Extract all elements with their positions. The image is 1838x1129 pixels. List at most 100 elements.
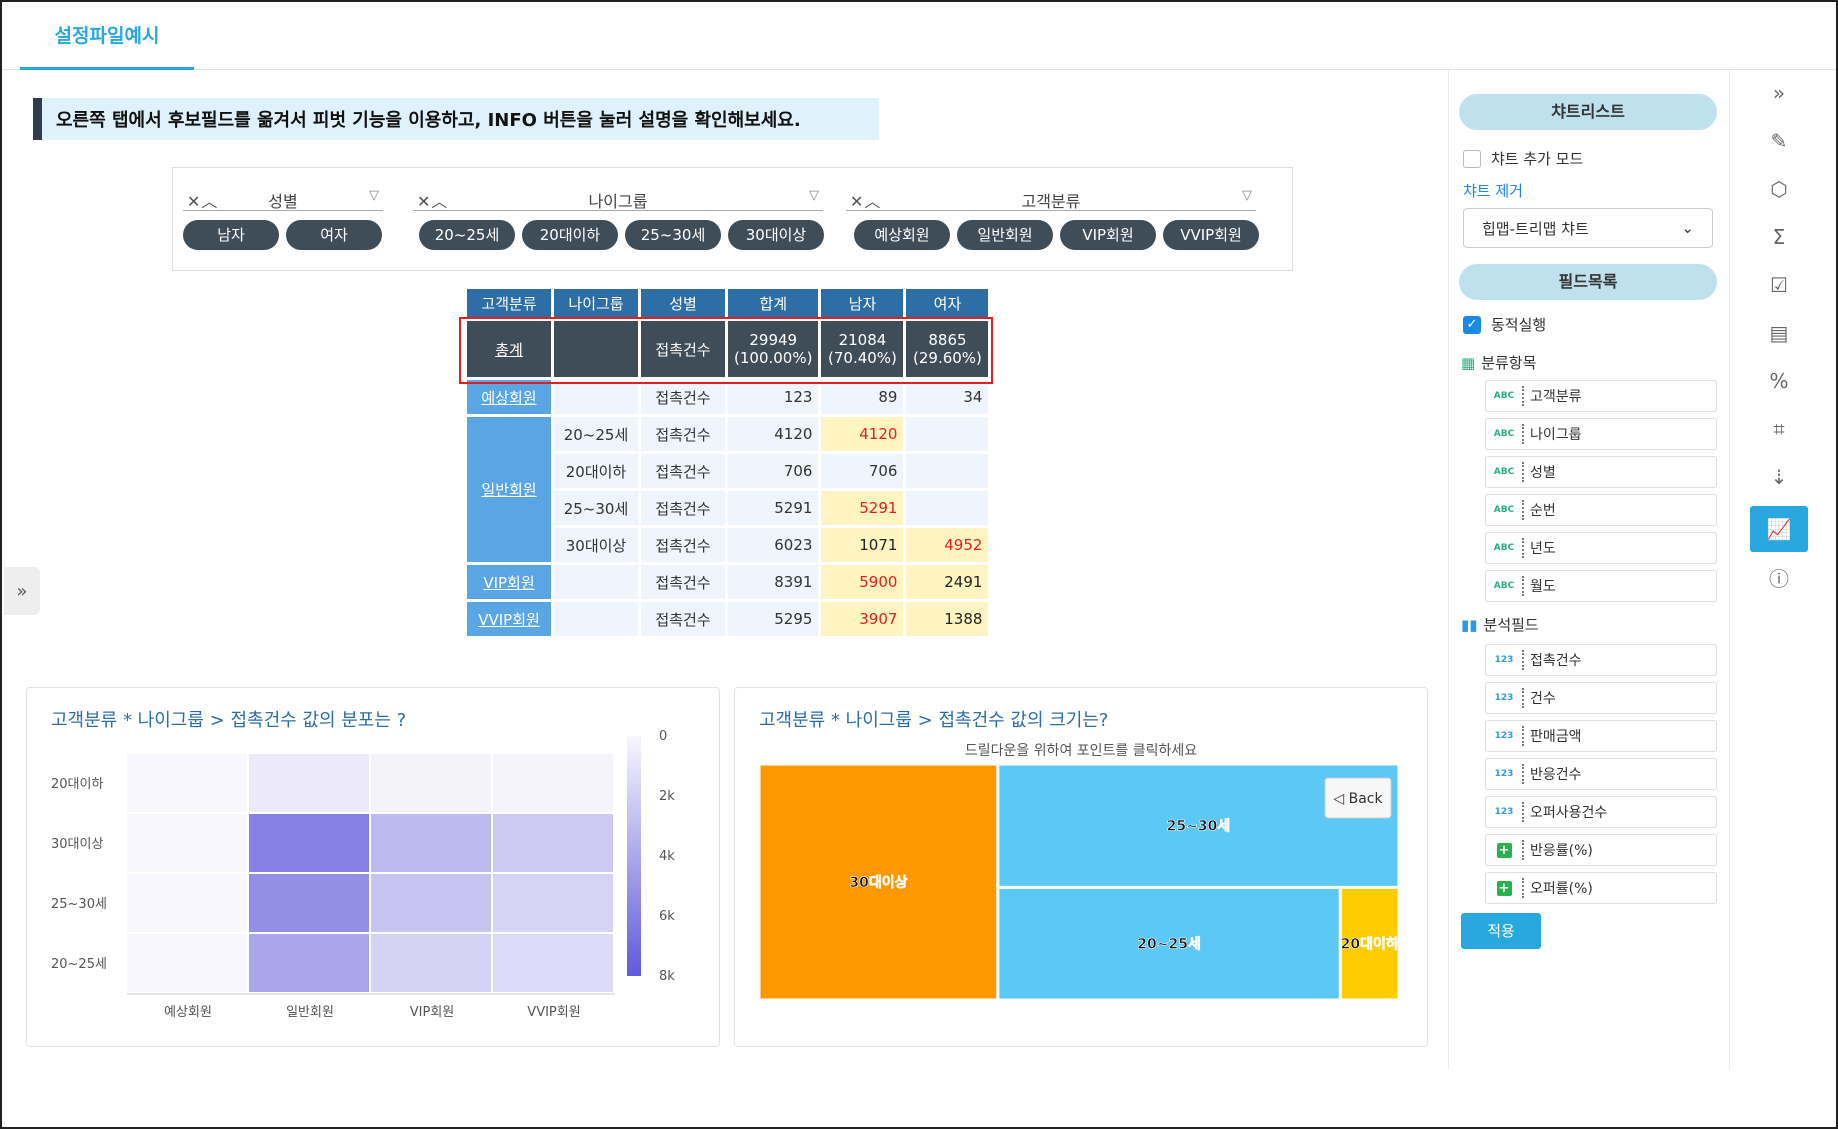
abc-type-icon: ABC bbox=[1493, 467, 1515, 477]
table-row: 예상회원 접촉건수 123 89 34 bbox=[467, 380, 989, 414]
filter-option[interactable]: VVIP회원 bbox=[1163, 220, 1259, 250]
table-cell: 5295 bbox=[728, 602, 819, 636]
sigma-icon[interactable]: Σ bbox=[1750, 214, 1808, 260]
sort-icon[interactable]: ⇣ bbox=[1750, 454, 1808, 500]
edit-icon[interactable]: ✎ bbox=[1750, 118, 1808, 164]
category-field-item[interactable]: ABC 고객분류 bbox=[1485, 380, 1717, 412]
heatmap-cell[interactable] bbox=[371, 934, 491, 992]
heatmap-cell[interactable] bbox=[249, 874, 369, 932]
filter-group-age: ✕︿ 나이그룹 ▽ 20~25세 20대이하 25~30세 30대이상 bbox=[413, 185, 824, 250]
table-cell: 20대이하 bbox=[554, 454, 638, 488]
remove-chart-link[interactable]: 챠트 제거 bbox=[1463, 180, 1523, 201]
category-field-item[interactable]: ABC 성별 bbox=[1485, 456, 1717, 488]
pivot-header[interactable]: 합계 bbox=[728, 289, 819, 318]
pivot-header[interactable]: 고객분류 bbox=[467, 289, 551, 318]
filter-option[interactable]: 예상회원 bbox=[854, 220, 950, 250]
table-cell bbox=[554, 602, 638, 636]
category-link[interactable]: VVIP회원 bbox=[467, 602, 551, 636]
treemap-chart: 30대이상 25~30세 20~25세 20대이하 ◁ Back bbox=[757, 762, 1401, 1002]
table-cell: 접촉건수 bbox=[641, 565, 725, 599]
heatmap-cell[interactable] bbox=[127, 754, 247, 812]
layout-icon[interactable]: ▤ bbox=[1750, 310, 1808, 356]
analysis-field-item[interactable]: 123 판매금액 bbox=[1485, 720, 1717, 752]
table-cell: 89 bbox=[821, 380, 904, 414]
filter-option[interactable]: 20~25세 bbox=[419, 220, 515, 250]
category-field-item[interactable]: ABC 나이그룹 bbox=[1485, 418, 1717, 450]
y-tick-label: 30대이상 bbox=[51, 837, 103, 852]
category-link[interactable]: 일반회원 bbox=[467, 417, 551, 562]
category-field-item[interactable]: ABC 순번 bbox=[1485, 494, 1717, 526]
pivot-header[interactable]: 성별 bbox=[641, 289, 725, 318]
analysis-field-item[interactable]: 123 반응건수 bbox=[1485, 758, 1717, 790]
dynamic-run-checkbox[interactable]: ✓ 동적실행 bbox=[1463, 314, 1546, 335]
heatmap-cell[interactable] bbox=[249, 814, 369, 872]
back-button[interactable]: ◁ Back bbox=[1324, 777, 1392, 819]
expand-left-icon[interactable]: » bbox=[4, 567, 40, 615]
heatmap-cell[interactable] bbox=[127, 814, 247, 872]
pivot-header[interactable]: 나이그룹 bbox=[554, 289, 638, 318]
heatmap-cell[interactable] bbox=[249, 754, 369, 812]
y-tick-label: 20대이하 bbox=[51, 777, 103, 792]
info-icon[interactable]: ⓘ bbox=[1750, 554, 1808, 600]
heatmap-cell[interactable] bbox=[493, 874, 613, 932]
analysis-field-item[interactable]: 123 오퍼사용건수 bbox=[1485, 796, 1717, 828]
chart-list-header[interactable]: 챠트리스트 bbox=[1459, 94, 1717, 130]
pivot-header[interactable]: 여자 bbox=[906, 289, 989, 318]
table-row: VIP회원 접촉건수 8391 5900 2491 bbox=[467, 565, 989, 599]
heatmap-cell[interactable] bbox=[493, 814, 613, 872]
heatmap-cell[interactable] bbox=[371, 814, 491, 872]
filter-option[interactable]: 20대이하 bbox=[522, 220, 618, 250]
category-section: ▦ 분류항목 bbox=[1461, 353, 1537, 373]
table-cell: 4120 bbox=[728, 417, 819, 451]
table-cell: 접촉건수 bbox=[641, 602, 725, 636]
heatmap-cell[interactable] bbox=[127, 874, 247, 932]
calc-field-item[interactable]: + 반응률(%) bbox=[1485, 834, 1717, 866]
add-mode-checkbox[interactable]: 챠트 추가 모드 bbox=[1463, 148, 1583, 169]
category-link[interactable]: VIP회원 bbox=[467, 565, 551, 599]
checkbox-checked[interactable]: ✓ bbox=[1463, 315, 1481, 334]
filter-option[interactable]: 25~30세 bbox=[625, 220, 721, 250]
percent-icon[interactable]: % bbox=[1750, 358, 1808, 404]
chart-select[interactable]: 힙맵-트리맵 챠트 ⌄ bbox=[1463, 208, 1713, 248]
table-cell: 접촉건수 bbox=[641, 528, 725, 562]
heatmap-cell[interactable] bbox=[371, 874, 491, 932]
filter-option[interactable]: 여자 bbox=[286, 220, 382, 250]
filter-option[interactable]: 30대이상 bbox=[728, 220, 824, 250]
heatmap-cell[interactable] bbox=[371, 754, 491, 812]
field-list-header[interactable]: 필드목록 bbox=[1459, 264, 1717, 300]
calc-field-item[interactable]: + 오퍼률(%) bbox=[1485, 872, 1717, 904]
category-link[interactable]: 예상회원 bbox=[467, 380, 551, 414]
table-cell: 접촉건수 bbox=[641, 454, 725, 488]
collapse-icon[interactable]: » bbox=[1750, 70, 1808, 116]
filter-icon[interactable]: ▽ bbox=[809, 188, 819, 203]
checkbox-box[interactable] bbox=[1463, 149, 1481, 168]
category-field-item[interactable]: ABC 월도 bbox=[1485, 570, 1717, 602]
crop-icon[interactable]: ⌗ bbox=[1750, 406, 1808, 452]
table-cell: 5291 bbox=[821, 491, 904, 525]
table-cell: 접촉건수 bbox=[641, 417, 725, 451]
chart-icon[interactable]: 📈 bbox=[1750, 506, 1808, 552]
heatmap-card: 고객분류 * 나이그룹 > 접촉건수 값의 분포는 ? 20대이하 30대이상 25… bbox=[26, 687, 720, 1047]
apply-button[interactable]: 적용 bbox=[1461, 913, 1541, 949]
pivot-header[interactable]: 남자 bbox=[821, 289, 904, 318]
heatmap-cell[interactable] bbox=[493, 754, 613, 812]
number-type-icon: 123 bbox=[1494, 731, 1514, 741]
filter-option[interactable]: 일반회원 bbox=[957, 220, 1053, 250]
heatmap-cell[interactable] bbox=[127, 934, 247, 992]
filter-icon[interactable]: ▽ bbox=[369, 188, 379, 203]
table-cell: 706 bbox=[728, 454, 819, 488]
heatmap-cell[interactable] bbox=[493, 934, 613, 992]
filter-option[interactable]: VIP회원 bbox=[1060, 220, 1156, 250]
filter-option[interactable]: 남자 bbox=[183, 220, 279, 250]
abc-type-icon: ABC bbox=[1493, 391, 1515, 401]
tab-config-example[interactable]: 설정파일예시 bbox=[20, 2, 194, 70]
filter-icon[interactable]: ▽ bbox=[1242, 188, 1252, 203]
table-cell bbox=[906, 417, 989, 451]
analysis-field-item[interactable]: 123 접촉건수 bbox=[1485, 644, 1717, 676]
number-type-icon: 123 bbox=[1494, 807, 1514, 817]
analysis-field-item[interactable]: 123 건수 bbox=[1485, 682, 1717, 714]
heatmap-cell[interactable] bbox=[249, 934, 369, 992]
category-field-item[interactable]: ABC 년도 bbox=[1485, 532, 1717, 564]
checklist-icon[interactable]: ☑ bbox=[1750, 262, 1808, 308]
cube-icon[interactable]: ⬡ bbox=[1750, 166, 1808, 212]
